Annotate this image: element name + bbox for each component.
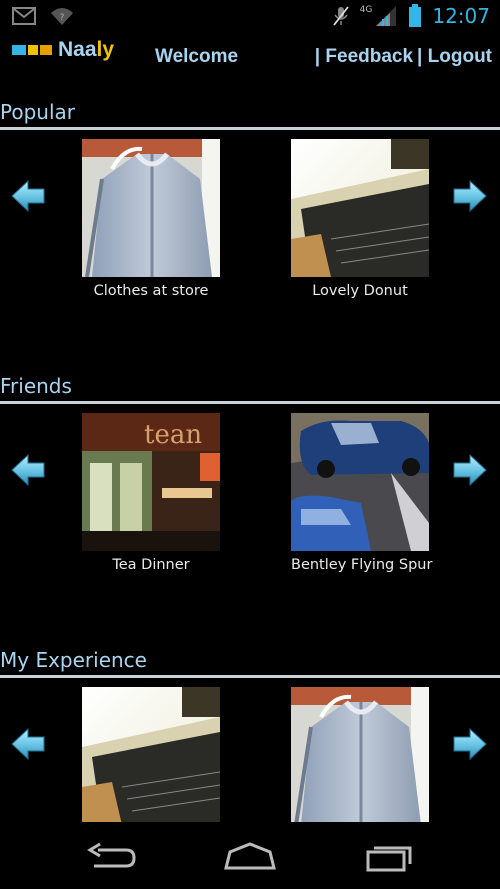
laptop-thumbnail bbox=[82, 687, 220, 825]
signal-icon bbox=[376, 6, 397, 26]
clock: 12:07 bbox=[432, 4, 490, 28]
item-caption: Tea Dinner bbox=[112, 557, 190, 573]
list-item[interactable] bbox=[82, 687, 220, 831]
section-divider bbox=[0, 401, 500, 404]
recent-apps-icon[interactable] bbox=[360, 840, 420, 874]
arrow-right-icon[interactable] bbox=[452, 178, 488, 214]
item-caption: Lovely Donut bbox=[312, 283, 408, 299]
arrow-left-icon[interactable] bbox=[10, 178, 46, 214]
svg-text:tean: tean bbox=[144, 420, 202, 450]
arrow-right-icon[interactable] bbox=[452, 452, 488, 488]
gmail-icon bbox=[12, 7, 36, 25]
app-name: Naaly bbox=[58, 38, 114, 62]
list-item[interactable] bbox=[291, 687, 429, 831]
app-name-part1: Naa bbox=[58, 38, 97, 61]
clothes-thumbnail bbox=[291, 687, 429, 825]
brand: Naaly bbox=[12, 38, 114, 62]
system-nav-bar bbox=[0, 822, 500, 889]
arrow-left-icon[interactable] bbox=[10, 452, 46, 488]
logo-icon bbox=[12, 45, 52, 55]
feedback-link[interactable]: | Feedback bbox=[315, 46, 413, 68]
item-caption: Clothes at store bbox=[93, 283, 209, 299]
item-caption: Bentley Flying Spur bbox=[291, 557, 433, 573]
welcome-label: Welcome bbox=[155, 46, 239, 67]
app-header: Naaly Welcome | Feedback | Logout bbox=[0, 36, 500, 92]
logout-link[interactable]: | Logout bbox=[417, 46, 492, 68]
battery-icon bbox=[409, 4, 422, 27]
section-title: Friends bbox=[0, 374, 72, 398]
list-item[interactable]: Lovely Donut bbox=[291, 139, 429, 299]
status-bar: ? 4G 12:07 bbox=[0, 0, 500, 36]
network-type: 4G bbox=[359, 5, 373, 15]
section-title: Popular bbox=[0, 100, 75, 124]
cars-thumbnail bbox=[291, 413, 429, 551]
restaurant-thumbnail: tean bbox=[82, 413, 220, 551]
section-divider bbox=[0, 127, 500, 130]
arrow-left-icon[interactable] bbox=[10, 726, 46, 762]
list-item[interactable]: tean Tea Dinner bbox=[82, 413, 220, 573]
arrow-right-icon[interactable] bbox=[452, 726, 488, 762]
list-item[interactable]: Clothes at store bbox=[82, 139, 220, 299]
home-icon[interactable] bbox=[220, 840, 280, 874]
list-item[interactable]: Bentley Flying Spur bbox=[291, 413, 433, 573]
back-icon[interactable] bbox=[80, 840, 140, 874]
wifi-icon: ? bbox=[51, 8, 73, 25]
svg-text:?: ? bbox=[60, 13, 65, 23]
section-title: My Experience bbox=[0, 648, 147, 672]
app-name-part2: ly bbox=[96, 38, 115, 61]
laptop-thumbnail bbox=[291, 139, 429, 277]
section-divider bbox=[0, 675, 500, 678]
header-links: | Feedback | Logout bbox=[315, 46, 492, 68]
clothes-thumbnail bbox=[82, 139, 220, 277]
mute-icon bbox=[332, 6, 349, 26]
